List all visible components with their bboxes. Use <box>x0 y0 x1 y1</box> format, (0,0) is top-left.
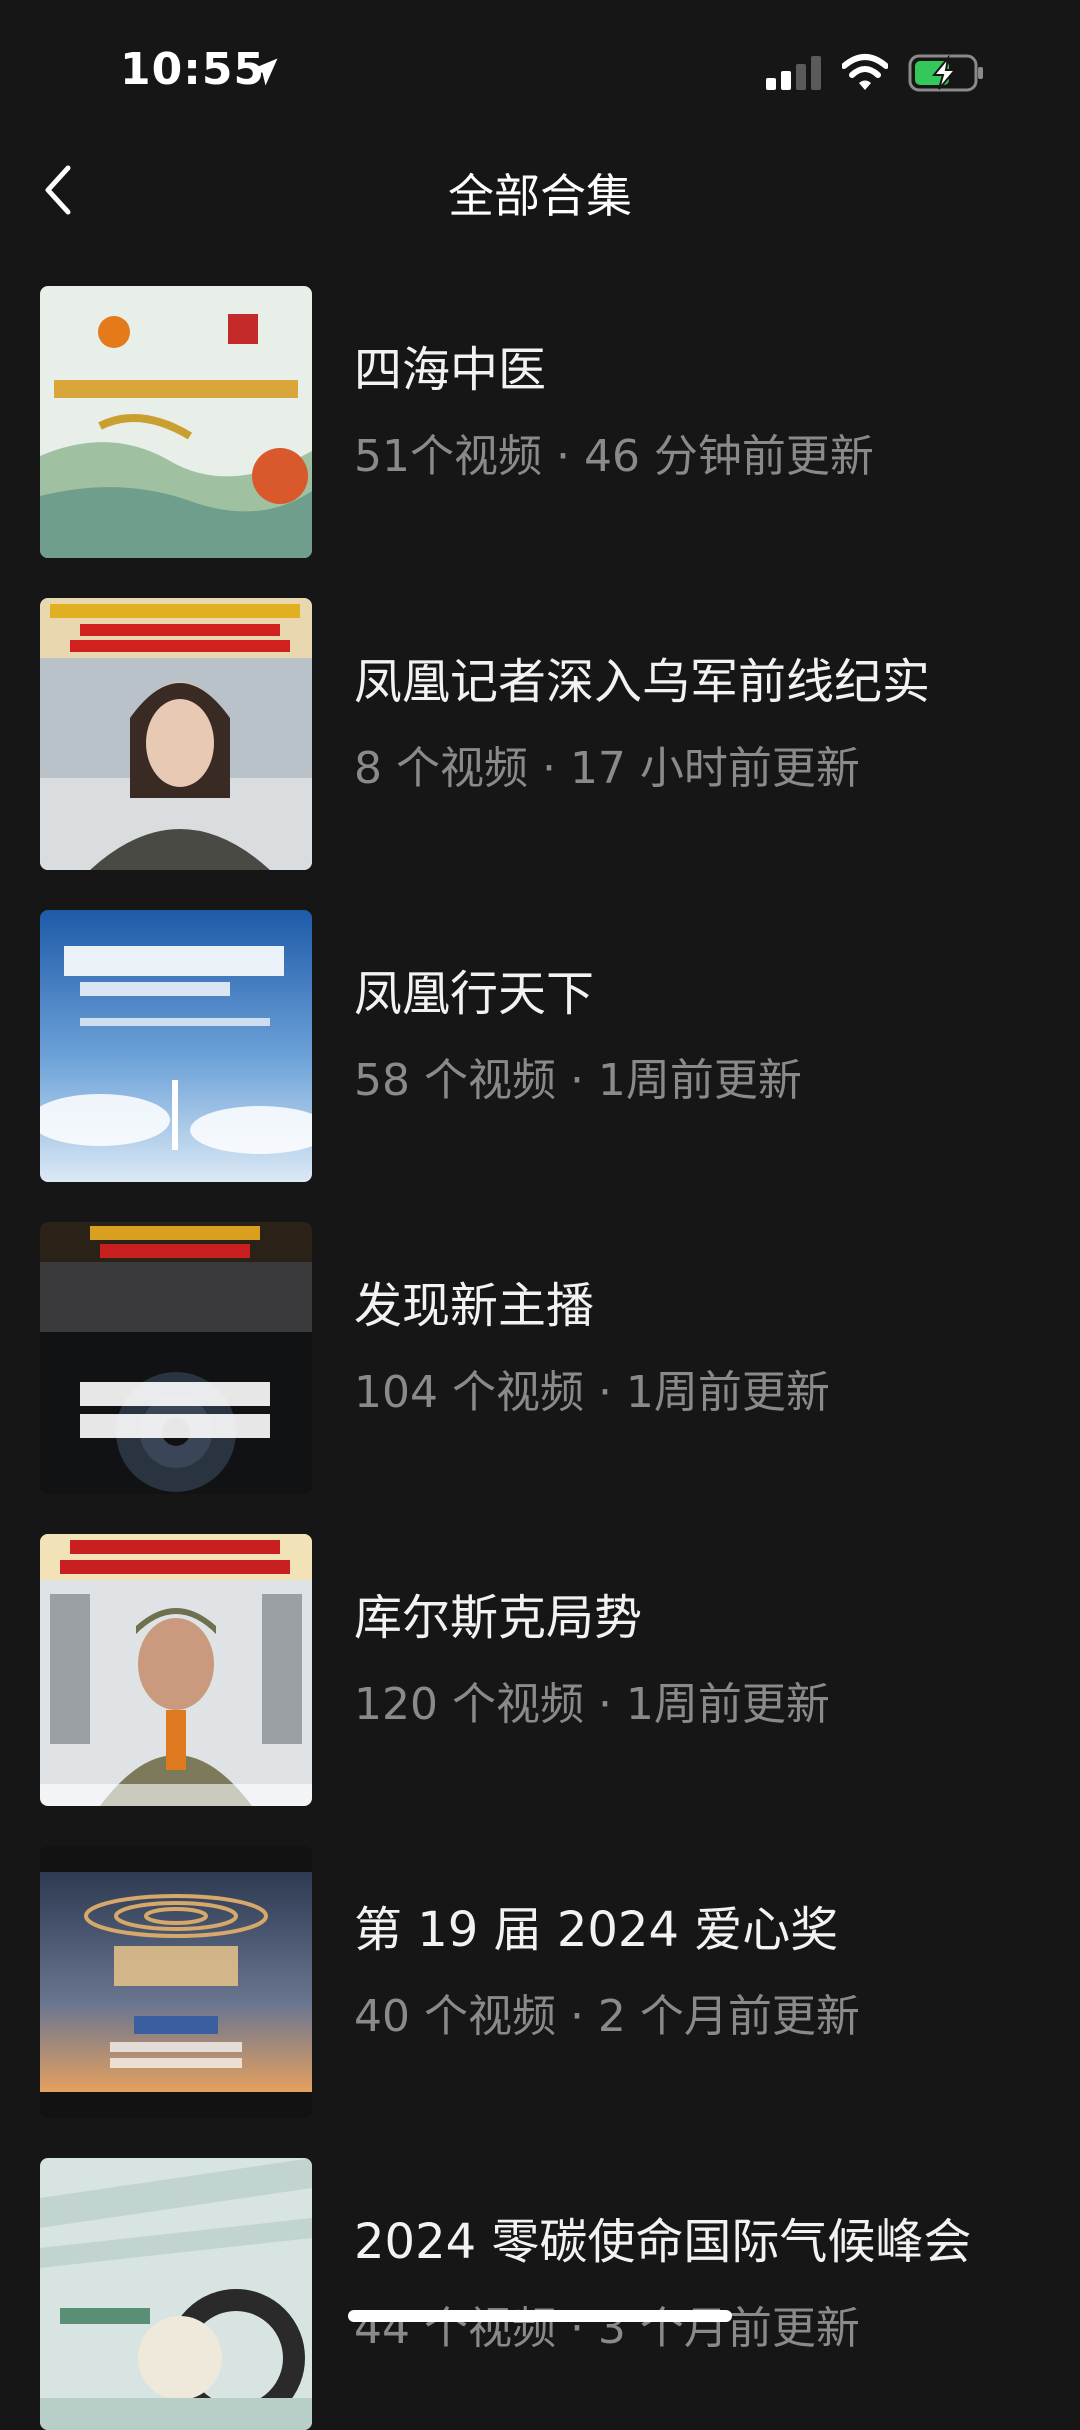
collection-thumbnail <box>40 598 312 870</box>
collection-thumbnail <box>40 1222 312 1494</box>
collection-title: 四海中医 <box>354 342 547 398</box>
collection-title: 2024 零碳使命国际气候峰会 <box>354 2214 972 2270</box>
thumbnail-image-icon <box>40 286 312 558</box>
collection-title: 凤凰行天下 <box>354 966 595 1022</box>
collection-item[interactable]: 发现新主播 104 个视频 · 1周前更新 <box>0 1222 1080 1494</box>
collection-item[interactable]: 库尔斯克局势 120 个视频 · 1周前更新 <box>0 1534 1080 1806</box>
collection-meta: 104 个视频 · 1周前更新 <box>354 1367 830 1418</box>
thumbnail-image-icon <box>40 1846 312 2118</box>
collection-title: 发现新主播 <box>354 1278 595 1334</box>
collection-thumbnail <box>40 1846 312 2118</box>
thumbnail-image-icon <box>40 910 312 1182</box>
wifi-icon <box>842 54 888 90</box>
collection-meta: 51个视频 · 46 分钟前更新 <box>354 431 874 482</box>
collection-title: 库尔斯克局势 <box>354 1590 643 1646</box>
location-arrow-icon <box>250 58 278 86</box>
status-bar: 10:55 <box>0 0 1080 150</box>
nav-bar: 全部合集 <box>0 150 1080 230</box>
collection-thumbnail <box>40 2158 312 2430</box>
battery-charging-icon <box>908 54 983 92</box>
home-indicator[interactable] <box>348 2310 732 2322</box>
collection-meta: 40 个视频 · 2 个月前更新 <box>354 1991 860 2042</box>
collection-item[interactable]: 2024 零碳使命国际气候峰会 44 个视频 · 3 个月前更新 <box>0 2158 1080 2430</box>
collection-meta: 58 个视频 · 1周前更新 <box>354 1055 802 1106</box>
collection-thumbnail <box>40 910 312 1182</box>
thumbnail-image-icon <box>40 598 312 870</box>
collection-meta: 44 个视频 · 3 个月前更新 <box>354 2303 860 2354</box>
cellular-signal-icon <box>766 56 821 90</box>
thumbnail-image-icon <box>40 1534 312 1806</box>
collection-title: 第 19 届 2024 爱心奖 <box>354 1902 839 1958</box>
thumbnail-image-icon <box>40 1222 312 1494</box>
collection-thumbnail <box>40 286 312 558</box>
thumbnail-image-icon <box>40 2158 312 2430</box>
collection-item[interactable]: 第 19 届 2024 爱心奖 40 个视频 · 2 个月前更新 <box>0 1846 1080 2118</box>
collection-item[interactable]: 四海中医 51个视频 · 46 分钟前更新 <box>0 286 1080 558</box>
collection-meta: 120 个视频 · 1周前更新 <box>354 1679 830 1730</box>
collection-item[interactable]: 凤凰记者深入乌军前线纪实 8 个视频 · 17 小时前更新 <box>0 598 1080 870</box>
collection-meta: 8 个视频 · 17 小时前更新 <box>354 743 860 794</box>
status-time: 10:55 <box>120 44 266 95</box>
collection-title: 凤凰记者深入乌军前线纪实 <box>354 654 931 710</box>
collection-thumbnail <box>40 1534 312 1806</box>
page-title: 全部合集 <box>448 169 632 223</box>
collection-item[interactable]: 凤凰行天下 58 个视频 · 1周前更新 <box>0 910 1080 1182</box>
